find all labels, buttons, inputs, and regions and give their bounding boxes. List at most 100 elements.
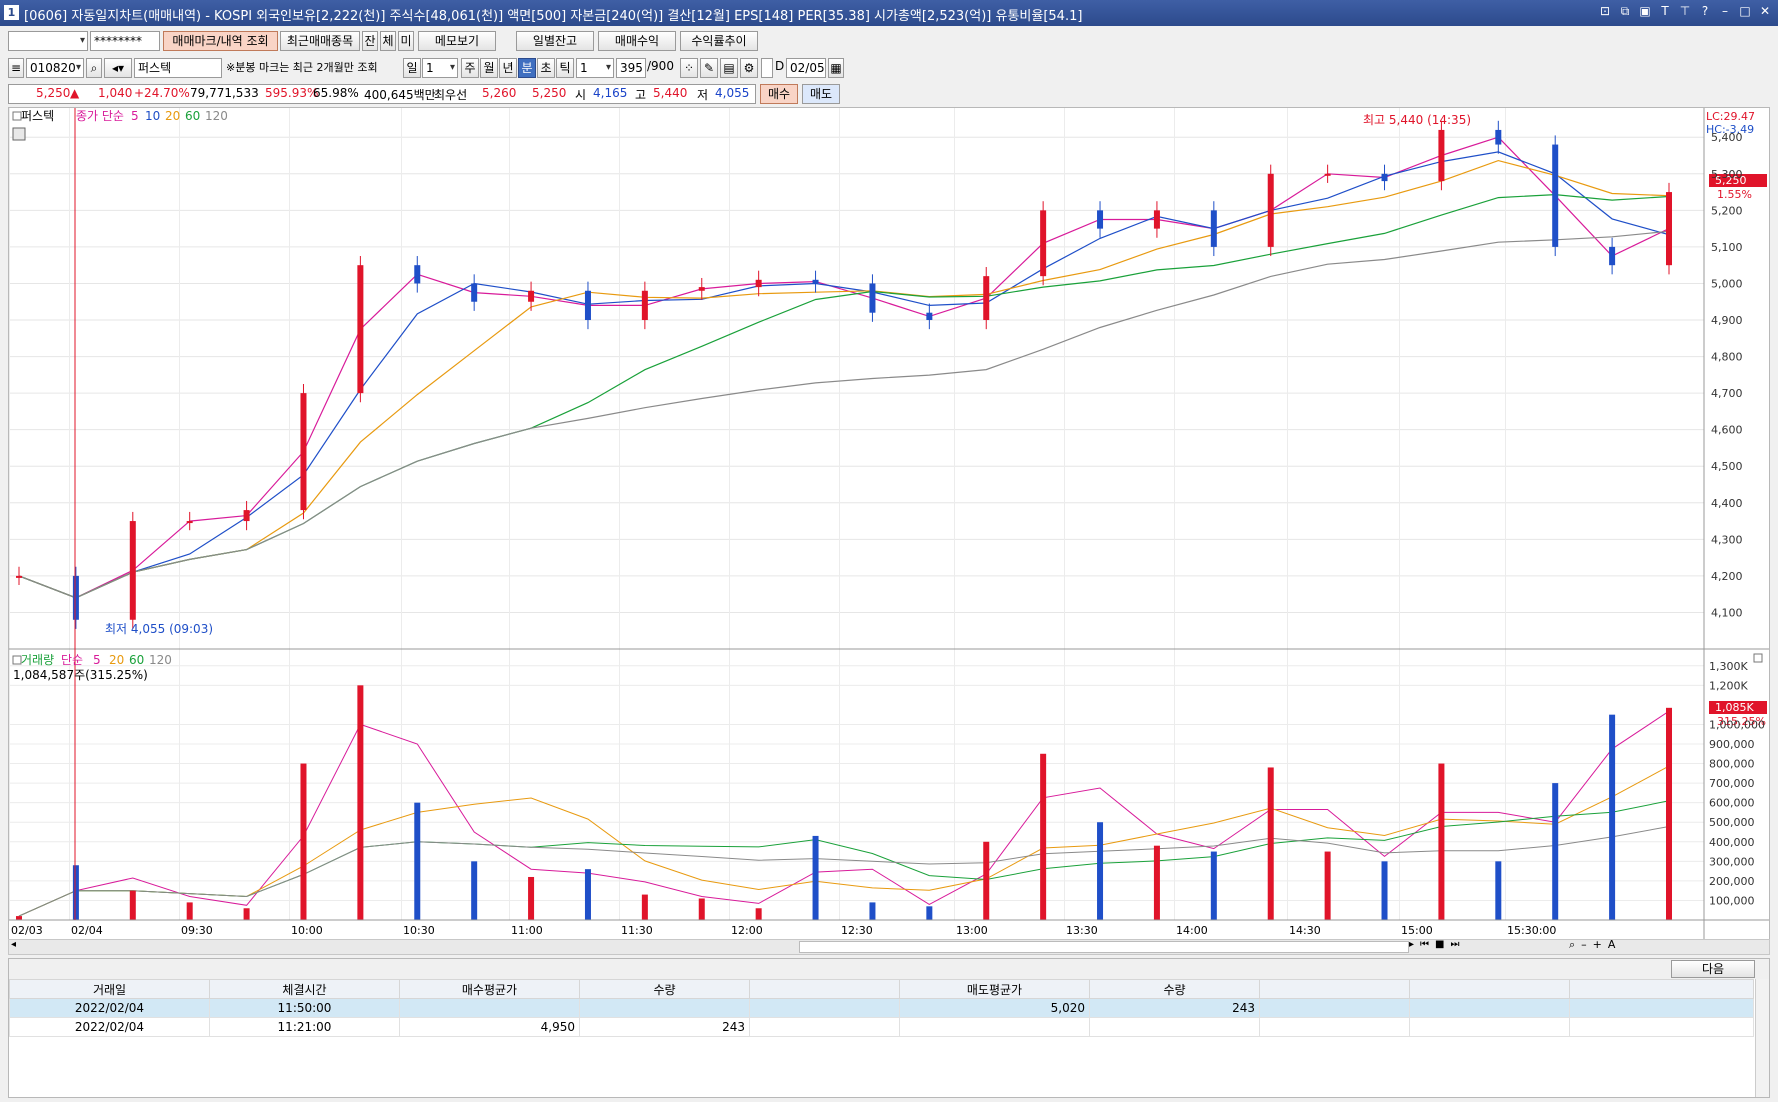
period-month[interactable]: 월 [480,58,498,78]
period-num-select[interactable]: 1 [422,58,458,78]
yield-trend-button[interactable]: 수익률추이 [680,31,758,51]
x-tick-label: 02/04 [71,924,103,937]
filled-button[interactable]: 체 [380,31,396,51]
candle-body [528,290,535,302]
candle-body [812,279,819,284]
volume-bar [16,916,22,920]
indicator-icon[interactable]: ⁘ [680,58,698,78]
unfilled-button[interactable]: 미 [398,31,414,51]
chart-scrollbar[interactable]: ◂ ▸⏮■⏭ ⌕–+A [8,938,1770,955]
close-icon[interactable]: ✕ [1758,4,1772,20]
period-day[interactable]: 일 [403,58,421,78]
table-row[interactable]: 2022/02/04 11:21:00 4,950 243 [9,1017,1754,1037]
period-minute[interactable]: 분 [518,58,536,78]
period-week[interactable]: 주 [461,58,479,78]
scroll-left-icon[interactable]: ◂ [11,939,16,950]
date-input[interactable]: 02/05 [786,58,826,78]
period-tick[interactable]: 틱 [556,58,574,78]
col-blank-4 [1569,979,1754,999]
stock-code-input[interactable]: 010820 [26,58,84,78]
daily-balance-button[interactable]: 일별잔고 [516,31,594,51]
row-blank [749,1017,900,1037]
x-tick-label: 10:00 [291,924,323,937]
maximize-icon[interactable]: □ [1738,4,1752,20]
minimize-icon[interactable]: – [1718,4,1732,20]
vma20-label: 20 [109,653,124,667]
candle-body [1381,173,1388,182]
col-sell-qty: 수량 [1089,979,1260,999]
help-icon[interactable]: ? [1698,4,1712,20]
candle-body [983,276,990,321]
password-field[interactable]: ******** [90,31,160,51]
volume-bar [243,908,250,920]
volume-current-value: 1,084,587주(315.25%) [13,668,148,682]
chart-area[interactable]: 퍼스텍 종가 단순 5 10 20 60 120 최고 5,440 (14:35… [8,107,1770,947]
period-second[interactable]: 초 [537,58,555,78]
volume-bar [1210,851,1217,920]
x-tick-label: 10:30 [403,924,435,937]
table-vertical-scrollbar[interactable] [1755,979,1769,1097]
ma120-line [18,230,1670,599]
price-tick-label: 5,100 [1711,241,1743,254]
search-icon[interactable]: ⌕ [86,58,102,78]
volume-tick-label: 400,000 [1709,836,1755,849]
copy-icon[interactable]: ⧉ [1618,4,1632,20]
screen-icon[interactable]: ▣ [1638,4,1652,20]
save-icon[interactable]: ▤ [720,58,738,78]
trade-history-header: 다음 [9,959,1769,979]
price-tick-label: 4,200 [1711,570,1743,583]
volume-bar [414,802,421,920]
candle-body [1609,246,1616,266]
trade-profit-button[interactable]: 매매수익 [598,31,676,51]
low-annotation: 최저 4,055 (09:03) [105,622,213,636]
row-blank [1569,998,1754,1018]
d-checkbox[interactable] [761,58,773,78]
volume-tick-label: 700,000 [1709,777,1755,790]
scroll-thumb[interactable] [799,941,1409,953]
gear-icon[interactable]: ⚙ [740,58,758,78]
buy-button[interactable]: 매수 [760,84,798,104]
zoom-icons[interactable]: ⌕–+A [1569,938,1621,952]
link-icon[interactable]: ⊡ [1598,4,1612,20]
memo-button[interactable]: 메모보기 [418,31,496,51]
volume-bar [926,906,933,920]
period-year[interactable]: 년 [499,58,517,78]
stock-name-field[interactable]: 퍼스텍 [134,58,222,78]
app-icon[interactable]: 1 [4,5,19,20]
table-row[interactable]: 2022/02/04 11:50:00 5,020 243 [9,998,1754,1018]
price-tick-label: 4,700 [1711,387,1743,400]
candle-body [357,265,364,394]
volume-bar [1609,714,1616,920]
x-tick-label: 02/03 [11,924,43,937]
tab-trade-mark[interactable]: 매매마크/내역 조회 [163,31,278,51]
balance-button[interactable]: 잔 [362,31,378,51]
price-volume-chart[interactable]: 퍼스텍 종가 단순 5 10 20 60 120 최고 5,440 (14:35… [9,108,1769,940]
symbol-toolbar: ≡ 010820 ⌕ ◂▾ 퍼스텍 ※분봉 마크는 최근 2개월만 조회 일 1… [0,55,1778,81]
calendar-icon[interactable]: ▦ [828,58,844,78]
recent-items-button[interactable]: 최근매매종목 [280,31,360,51]
quote-change: 1,040 [98,86,133,100]
best-label: 최우선 [434,88,468,102]
account-select[interactable] [8,31,88,51]
draw-icon[interactable]: ✎ [700,58,718,78]
sound-icon[interactable]: ◂▾ [104,58,132,78]
low-label: 저 [697,88,709,102]
volume-bar [869,902,876,920]
text-icon[interactable]: T [1658,4,1672,20]
list-icon[interactable]: ≡ [8,58,24,78]
sell-button[interactable]: 매도 [802,84,840,104]
x-tick-label: 14:30 [1289,924,1321,937]
count-input[interactable]: 395 [616,58,646,78]
volume-bar [1552,783,1559,920]
price-tick-label: 4,900 [1711,314,1743,327]
volume-tick-label: 500,000 [1709,816,1755,829]
quote-ask: 5,260 [482,86,517,100]
row-sell-avg: 5,020 [899,998,1090,1018]
pin-icon[interactable]: ⊤ [1678,4,1692,20]
col-blank-3 [1409,979,1570,999]
interval-select[interactable]: 1 [576,58,614,78]
next-button[interactable]: 다음 [1671,960,1755,978]
col-time: 체결시간 [209,979,400,999]
chart-nav-icons[interactable]: ▸⏮■⏭ [1409,939,1465,950]
volume-bar [1040,753,1047,920]
